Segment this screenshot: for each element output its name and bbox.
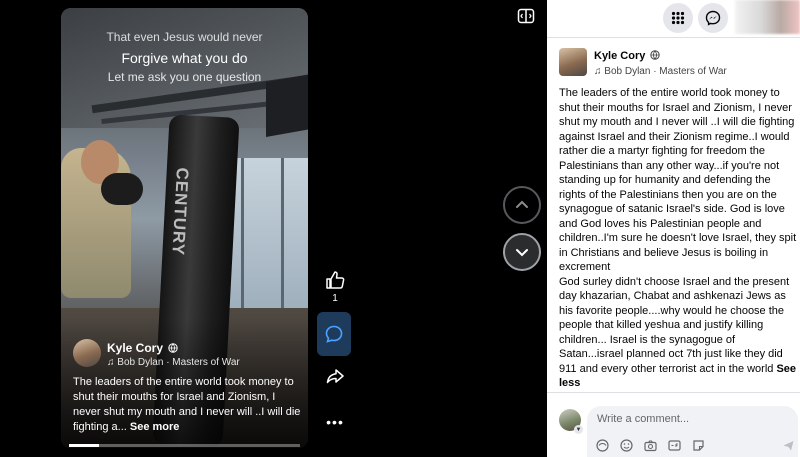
- comment-button[interactable]: [317, 312, 351, 356]
- chevron-down-icon: [516, 249, 528, 257]
- video-author[interactable]: Kyle Cory ♫ Bob Dylan · Masters of War: [73, 339, 303, 373]
- sticker-button[interactable]: [691, 438, 705, 452]
- video-description-text: The leaders of the entire world took mon…: [73, 376, 301, 433]
- chevron-up-icon: [516, 200, 528, 208]
- more-options-button[interactable]: •••: [321, 412, 349, 432]
- music-row[interactable]: ♫ Bob Dylan · Masters of War: [594, 66, 727, 77]
- like-button[interactable]: [321, 268, 349, 292]
- video-description: The leaders of the entire world took mon…: [73, 375, 301, 435]
- gif-icon: [667, 439, 681, 451]
- comment-composer[interactable]: [587, 406, 798, 457]
- menu-grid-icon: [671, 11, 685, 25]
- top-bar: [547, 0, 800, 37]
- more-icon: •••: [326, 414, 344, 430]
- share-icon: [326, 369, 344, 384]
- divider: [547, 37, 800, 38]
- chevron-down-icon[interactable]: ▼: [574, 425, 583, 434]
- author-name[interactable]: Kyle Cory: [107, 341, 163, 355]
- comment-input[interactable]: [597, 413, 787, 425]
- avatar[interactable]: [73, 339, 101, 367]
- messenger-button[interactable]: [698, 3, 728, 33]
- send-button[interactable]: [781, 438, 795, 452]
- video-caption-line: That even Jesus would never: [106, 30, 263, 44]
- globe-icon: [168, 343, 179, 353]
- messenger-icon: [705, 10, 721, 26]
- avatar-sticker-icon: [595, 438, 609, 452]
- author-name-row[interactable]: Kyle Cory: [107, 341, 179, 355]
- post-author[interactable]: Kyle Cory ♫ Bob Dylan · Masters of War: [559, 48, 794, 80]
- like-icon: [326, 271, 345, 289]
- profile-menu-button[interactable]: [735, 0, 800, 34]
- music-row[interactable]: ♫ Bob Dylan · Masters of War: [107, 357, 240, 368]
- menu-button[interactable]: [663, 3, 693, 33]
- like-count: 1: [332, 293, 338, 304]
- minimize-button[interactable]: [517, 7, 535, 25]
- post-description-text: The leaders of the entire world took mon…: [559, 87, 797, 375]
- next-video-button[interactable]: [503, 233, 541, 271]
- see-more-link[interactable]: See more: [130, 421, 180, 433]
- video-caption-line: Let me ask you one question: [107, 70, 262, 84]
- emoji-button[interactable]: [619, 438, 633, 452]
- send-icon: [783, 440, 793, 450]
- post-description: The leaders of the entire world took mon…: [559, 86, 797, 391]
- music-note-icon: ♫: [594, 66, 602, 77]
- post-panel: Kyle Cory ♫ Bob Dylan · Masters of War T…: [547, 0, 800, 457]
- sticker-icon: [692, 439, 704, 451]
- author-name-row[interactable]: Kyle Cory: [594, 50, 661, 62]
- emoji-icon: [619, 438, 633, 452]
- video-player: CENTURY That even Jesus would never Forg…: [0, 0, 547, 457]
- gif-button[interactable]: [667, 438, 681, 452]
- divider: [547, 392, 800, 393]
- camera-button[interactable]: [643, 438, 657, 452]
- comment-icon: [325, 325, 343, 343]
- minimize-icon: [517, 8, 535, 24]
- music-label[interactable]: Bob Dylan · Masters of War: [604, 66, 726, 77]
- video-caption-line: Forgive what you do: [121, 50, 248, 66]
- globe-icon: [650, 50, 661, 60]
- comment-toolbar: [595, 438, 795, 454]
- music-label[interactable]: Bob Dylan · Masters of War: [117, 357, 239, 368]
- music-note-icon: ♫: [107, 357, 115, 368]
- camera-icon: [643, 439, 657, 451]
- video-glove: [101, 173, 143, 205]
- video-progress-fill: [69, 444, 100, 447]
- avatar[interactable]: [559, 48, 587, 76]
- author-name[interactable]: Kyle Cory: [594, 50, 645, 62]
- avatar-sticker-button[interactable]: [595, 438, 609, 452]
- share-button[interactable]: [321, 364, 349, 388]
- reel-video[interactable]: CENTURY That even Jesus would never Forg…: [61, 8, 308, 448]
- video-progress-bar[interactable]: [69, 444, 300, 447]
- previous-video-button[interactable]: [503, 186, 541, 224]
